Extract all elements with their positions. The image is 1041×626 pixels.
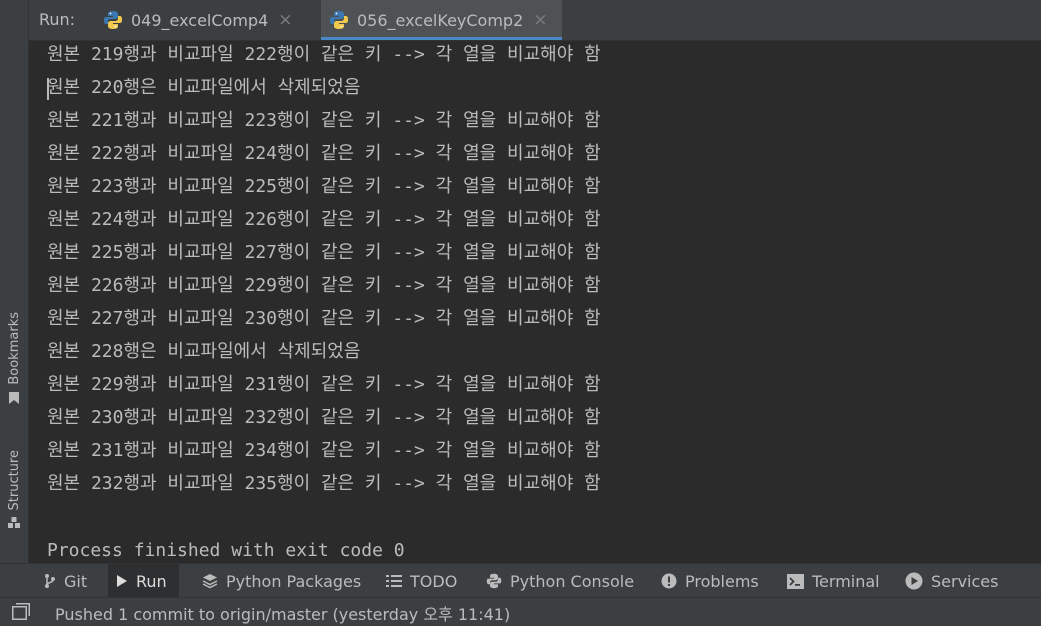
alert-icon xyxy=(661,573,677,589)
run-tool-button[interactable]: Run xyxy=(108,564,179,598)
console-line: 원본 219행과 비교파일 222행이 같은 키 --> 각 열을 비교해야 함 xyxy=(47,44,601,65)
services-icon xyxy=(905,572,923,590)
console-line: 원본 223행과 비교파일 225행이 같은 키 --> 각 열을 비교해야 함 xyxy=(47,176,601,197)
layers-icon xyxy=(202,574,218,589)
git-branch-icon xyxy=(45,574,55,588)
console-line: 원본 232행과 비교파일 235행이 같은 키 --> 각 열을 비교해야 함 xyxy=(47,473,601,494)
console-line: 원본 230행과 비교파일 232행이 같은 키 --> 각 열을 비교해야 함 xyxy=(47,407,601,428)
status-message[interactable]: Pushed 1 commit to origin/master (yester… xyxy=(55,601,510,625)
python-console-label: Python Console xyxy=(510,571,635,591)
close-icon[interactable]: × xyxy=(533,10,547,30)
problems-label: Problems xyxy=(685,571,759,591)
status-bar: Pushed 1 commit to origin/master (yester… xyxy=(0,597,1041,626)
console-line: 원본 220행은 비교파일에서 삭제되었음 xyxy=(47,77,361,98)
console-line: 원본 224행과 비교파일 226행이 같은 키 --> 각 열을 비교해야 함 xyxy=(47,209,601,230)
console-output[interactable]: 원본 219행과 비교파일 222행이 같은 키 --> 각 열을 비교해야 함… xyxy=(29,41,1041,563)
git-label: Git xyxy=(64,571,88,591)
console-line: 원본 227행과 비교파일 230행이 같은 키 --> 각 열을 비교해야 함 xyxy=(47,308,601,329)
layout-icon[interactable] xyxy=(12,603,30,620)
python-icon xyxy=(330,11,348,29)
tab-056-excelkeycomp2[interactable]: 056_excelKeyComp2 × xyxy=(321,0,562,40)
console-line: 원본 228행은 비교파일에서 삭제되었음 xyxy=(47,341,361,362)
services-tool-button[interactable]: Services xyxy=(897,564,1006,598)
todo-tool-button[interactable]: TODO xyxy=(378,564,465,598)
tool-window-bar: Git Run Python Packages TODO Python Cons… xyxy=(0,563,1041,598)
left-tool-strip: Bookmarks Structure xyxy=(0,0,29,563)
console-line: 원본 229행과 비교파일 231행이 같은 키 --> 각 열을 비교해야 함 xyxy=(47,374,601,395)
console-line: 원본 221행과 비교파일 223행이 같은 키 --> 각 열을 비교해야 함 xyxy=(47,110,601,131)
tab-title: 049_excelComp4 xyxy=(131,10,269,30)
python-icon xyxy=(486,573,502,589)
python-icon xyxy=(104,11,122,29)
console-line: 원본 222행과 비교파일 224행이 같은 키 --> 각 열을 비교해야 함 xyxy=(47,143,601,164)
bookmarks-tool[interactable]: Bookmarks xyxy=(0,312,28,405)
services-label: Services xyxy=(931,571,999,591)
git-tool-button[interactable]: Git xyxy=(36,564,95,598)
run-panel-label: Run: xyxy=(39,10,76,29)
terminal-tool-button[interactable]: Terminal xyxy=(779,564,888,598)
terminal-label: Terminal xyxy=(812,571,880,591)
console-line: 원본 231행과 비교파일 234행이 같은 키 --> 각 열을 비교해야 함 xyxy=(47,440,601,461)
todo-label: TODO xyxy=(410,571,458,591)
list-icon xyxy=(386,575,402,587)
problems-tool-button[interactable]: Problems xyxy=(653,564,767,598)
structure-icon xyxy=(8,517,20,529)
tab-049-excelcomp4[interactable]: 049_excelComp4 × xyxy=(95,0,301,40)
close-icon[interactable]: × xyxy=(278,10,292,30)
python-console-tool-button[interactable]: Python Console xyxy=(478,564,642,598)
python-packages-tool-button[interactable]: Python Packages xyxy=(194,564,369,598)
play-icon xyxy=(117,575,127,587)
console-line: 원본 225행과 비교파일 227행이 같은 키 --> 각 열을 비교해야 함 xyxy=(47,242,601,263)
run-label: Run xyxy=(136,571,167,591)
terminal-icon xyxy=(787,573,804,589)
tab-title: 056_excelKeyComp2 xyxy=(357,10,524,30)
run-tab-bar: Run: 049_excelComp4 × 056_excelKeyComp2 … xyxy=(29,0,1041,41)
structure-tool[interactable]: Structure xyxy=(0,450,28,530)
bookmarks-label: Bookmarks xyxy=(6,312,22,385)
bookmark-icon xyxy=(9,391,19,404)
structure-label: Structure xyxy=(6,450,22,511)
python-packages-label: Python Packages xyxy=(226,571,362,591)
console-line: 원본 226행과 비교파일 229행이 같은 키 --> 각 열을 비교해야 함 xyxy=(47,275,601,296)
